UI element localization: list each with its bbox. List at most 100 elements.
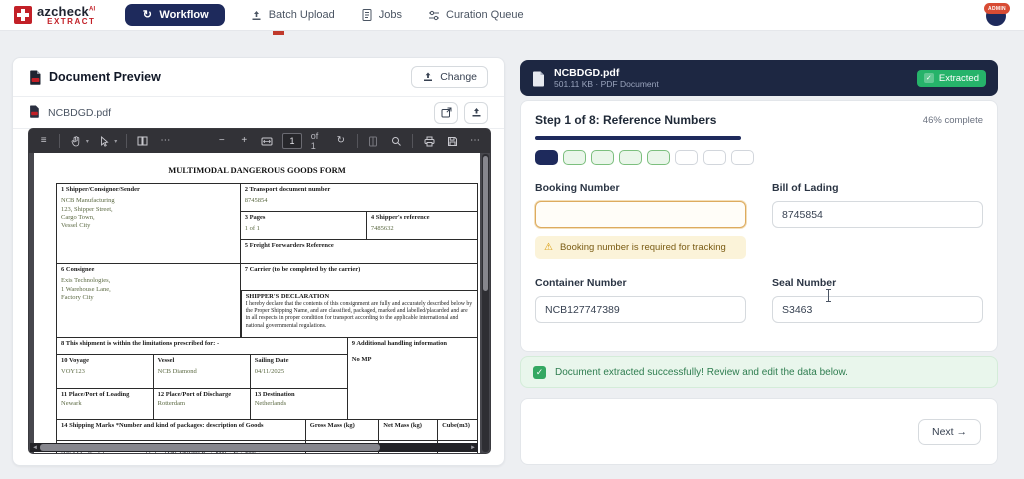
container-number-input[interactable]: [535, 296, 746, 323]
open-external-button[interactable]: [434, 102, 458, 124]
booking-number-input[interactable]: [535, 201, 746, 228]
next-step-button[interactable]: Next →: [918, 419, 981, 445]
scroll-right-arrow-icon[interactable]: ►: [470, 445, 476, 451]
select-tool-icon[interactable]: [98, 134, 111, 148]
file-row: NCBDGD.pdf: [13, 97, 504, 129]
goods-description-link[interactable]: (12) 1A1 - Steel drum, non-removable hea…: [61, 452, 260, 453]
wizard-footer: Next →: [520, 398, 998, 465]
vertical-scrollbar-thumb[interactable]: [483, 156, 488, 291]
more-tools-icon[interactable]: ⋯: [159, 134, 172, 148]
search-icon[interactable]: [389, 134, 403, 148]
app-logo[interactable]: azcheckAI EXTRACT: [14, 5, 95, 26]
step-dot-todo[interactable]: [675, 150, 698, 165]
form-cell-shipper: 1 Shipper/Consignor/Sender NCB Manufactu…: [57, 184, 240, 263]
bill-of-lading-field-group: Bill of Lading: [772, 182, 983, 259]
main-nav: ↻ Workflow Batch Upload Jobs C: [125, 4, 523, 26]
form-cell-shipper-ref: 4 Shipper's reference 7485632: [366, 212, 477, 239]
panel-title-row: Document Preview: [29, 70, 161, 85]
booking-number-label: Booking Number: [535, 182, 746, 194]
more-options-icon[interactable]: ⋯: [468, 134, 482, 148]
document-preview-header: Document Preview Change: [13, 58, 504, 97]
file-actions: [434, 102, 488, 124]
step-title: Step 1 of 8: Reference Numbers: [535, 113, 716, 127]
document-preview-panel: Document Preview Change NCBDGD.pdf: [12, 57, 505, 466]
nav-tab-batch-upload[interactable]: Batch Upload: [251, 9, 335, 21]
pdf-toolbar: ≡ ▾ ▾ ⋯ − +: [29, 129, 490, 153]
status-badge: ✓ Extracted: [917, 70, 986, 87]
vertical-scrollbar[interactable]: [482, 154, 489, 452]
text-cursor-ibeam: [828, 290, 829, 301]
pdf-file-icon: [29, 70, 42, 85]
download-button[interactable]: [464, 102, 488, 124]
step-dot-done[interactable]: [619, 150, 642, 165]
form-cell-port-discharge: 12 Place/Port of Discharge Rotterdam: [153, 389, 250, 419]
check-icon: ✓: [533, 366, 546, 379]
logo-text: azcheckAI: [37, 5, 95, 18]
select-tool-caret-icon[interactable]: ▾: [114, 138, 117, 145]
document-status-card: NCBDGD.pdf 501.11 KB · PDF Document ✓ Ex…: [520, 60, 998, 96]
pdf-file-icon: [29, 105, 42, 120]
file-name-group: NCBDGD.pdf: [29, 105, 111, 120]
rotate-icon[interactable]: ↻: [334, 134, 347, 148]
form-cell-voyage: 10 Voyage VOY123: [57, 355, 153, 388]
step-dot-todo[interactable]: [731, 150, 754, 165]
step-dot-current[interactable]: [535, 150, 558, 165]
pdf-form-title: MULTIMODAL DANGEROUS GOODS FORM: [34, 165, 480, 175]
step-form-card: Step 1 of 8: Reference Numbers 46% compl…: [520, 100, 998, 352]
document-icon: [532, 71, 545, 86]
user-avatar[interactable]: ADMIN: [984, 3, 1010, 27]
extraction-panel: NCBDGD.pdf 501.11 KB · PDF Document ✓ Ex…: [520, 60, 998, 465]
warning-text: Booking number is required for tracking: [560, 242, 726, 253]
pdf-page: MULTIMODAL DANGEROUS GOODS FORM 1 Shippe…: [34, 153, 480, 453]
success-alert-text: Document extracted successfully! Review …: [555, 367, 848, 378]
change-document-button[interactable]: Change: [411, 66, 488, 88]
nav-workflow-label: Workflow: [159, 9, 208, 21]
print-icon[interactable]: [422, 134, 436, 148]
progress-bar-fill: [535, 136, 741, 140]
hand-tool-icon[interactable]: [69, 134, 82, 148]
progress-bar: [535, 136, 983, 140]
horizontal-scrollbar[interactable]: ◄ ►: [30, 443, 478, 452]
check-icon: ✓: [924, 73, 934, 83]
page-number-input[interactable]: 1: [282, 133, 301, 149]
hazcheck-logo-icon: [14, 6, 32, 24]
booking-number-field-group: Booking Number ⚠ Booking number is requi…: [535, 182, 746, 259]
change-button-label: Change: [440, 71, 477, 83]
nav-batch-upload-label: Batch Upload: [269, 9, 335, 21]
upload-icon: [422, 71, 434, 83]
active-tab-indicator: [273, 31, 284, 35]
scroll-left-arrow-icon[interactable]: ◄: [32, 445, 38, 451]
nav-tab-curation-queue[interactable]: Curation Queue: [428, 9, 524, 21]
thumbnails-panel-icon[interactable]: ≡: [37, 134, 50, 148]
success-alert: ✓ Document extracted successfully! Revie…: [520, 356, 998, 388]
form-cell-transport-doc: 2 Transport document number 8745854: [241, 184, 477, 211]
warning-icon: ⚠: [544, 243, 553, 253]
zoom-out-icon[interactable]: −: [215, 134, 228, 148]
top-navigation-bar: azcheckAI EXTRACT ↻ Workflow Batch Uploa…: [0, 0, 1024, 31]
seal-number-input[interactable]: [772, 296, 983, 323]
step-dot-done[interactable]: [591, 150, 614, 165]
nav-tab-workflow[interactable]: ↻ Workflow: [125, 4, 224, 26]
form-cell-limitations: 8 This shipment is within the limitation…: [57, 338, 347, 354]
hand-tool-caret-icon[interactable]: ▾: [86, 138, 89, 145]
nav-tab-jobs[interactable]: Jobs: [361, 9, 402, 21]
step-dot-done[interactable]: [647, 150, 670, 165]
step-indicators: [535, 150, 983, 165]
logo-superscript: AI: [89, 6, 95, 12]
horizontal-scrollbar-thumb[interactable]: [40, 444, 380, 451]
seal-number-field-group: Seal Number: [772, 277, 983, 323]
preview-filename: NCBDGD.pdf: [48, 107, 111, 119]
document-icon: [361, 9, 373, 21]
form-cell-pages: 3 Pages 1 of 1: [241, 212, 366, 239]
page-layout-icon[interactable]: [136, 134, 149, 148]
page-view-icon[interactable]: [367, 134, 380, 148]
form-cell-carrier: 7 Carrier (to be completed by the carrie…: [241, 264, 477, 290]
step-dot-todo[interactable]: [703, 150, 726, 165]
dangerous-goods-form: 1 Shipper/Consignor/Sender NCB Manufactu…: [56, 183, 478, 453]
step-dot-done[interactable]: [563, 150, 586, 165]
bill-of-lading-input[interactable]: [772, 201, 983, 228]
form-cell-freight-ref: 5 Freight Forwarders Reference: [241, 239, 477, 263]
zoom-in-icon[interactable]: +: [238, 134, 251, 148]
fit-width-icon[interactable]: [260, 134, 273, 148]
save-icon[interactable]: [445, 134, 459, 148]
